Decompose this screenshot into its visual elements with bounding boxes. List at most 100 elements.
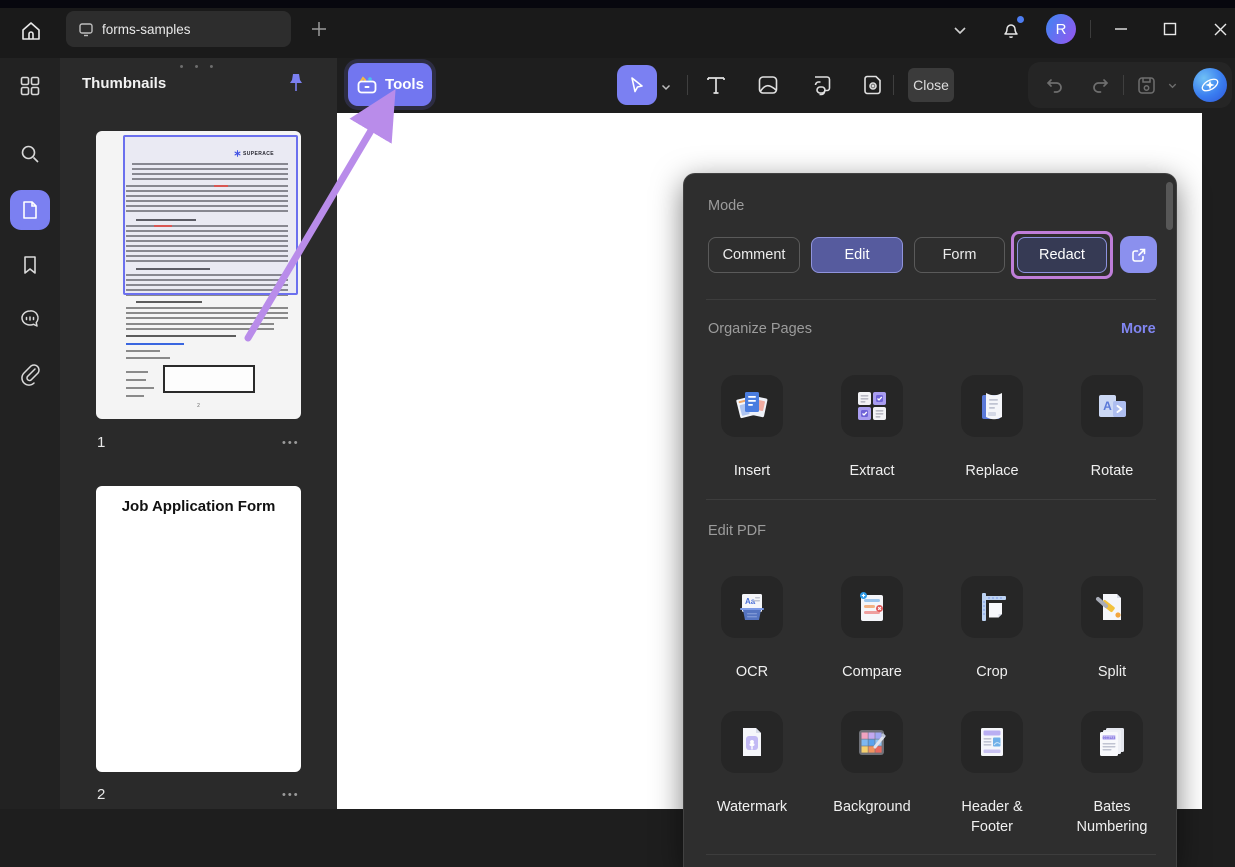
toolbox-icon (356, 75, 378, 95)
toolbar-separator (893, 75, 894, 95)
rail-bookmarks-button[interactable] (10, 245, 50, 285)
tool-label-watermark: Watermark (692, 798, 812, 818)
thumbnails-panel: • • • Thumbnails SUPERACE (60, 58, 337, 809)
notification-dot (1017, 16, 1024, 23)
thumbnails-panel-title: Thumbnails (82, 75, 166, 92)
thumb1-paragraph (126, 323, 274, 330)
rail-attachments-button[interactable] (10, 354, 50, 394)
thumb2-heading: Job Application Form (96, 498, 301, 515)
thumb1-line (126, 357, 170, 360)
undo-button[interactable] (1043, 73, 1067, 97)
tool-split[interactable] (1081, 576, 1143, 638)
tool-label-bates-numbering: Bates Numbering (1062, 798, 1162, 837)
document-tab-icon (78, 22, 94, 37)
chevron-down-icon (1167, 80, 1178, 91)
plus-icon (310, 20, 328, 38)
close-mode-button[interactable]: Close (908, 68, 954, 102)
tool-header-footer[interactable] (961, 711, 1023, 773)
organize-more-link[interactable]: More (1121, 321, 1156, 337)
tool-extract[interactable] (841, 375, 903, 437)
document-tab-title: forms-samples (102, 22, 191, 37)
tool-ocr[interactable]: Aa (721, 576, 783, 638)
tool-crop[interactable] (961, 576, 1023, 638)
page-thumbnail-2[interactable]: Job Application Form (96, 486, 301, 772)
add-text-tool[interactable] (699, 67, 733, 103)
organize-section-label: Organize Pages (708, 321, 812, 337)
page-icon (19, 199, 41, 221)
comment-bubble-icon (18, 307, 42, 331)
section-divider (706, 854, 1156, 855)
thumb1-line (126, 387, 154, 390)
page-2-menu-button[interactable]: ••• (282, 789, 300, 801)
maximize-button[interactable] (1157, 16, 1183, 42)
redo-button[interactable] (1088, 73, 1112, 97)
add-image-tool[interactable] (751, 67, 785, 103)
home-button[interactable] (16, 16, 46, 46)
rotate-icon: A (1093, 387, 1131, 425)
rail-search-button[interactable] (10, 134, 50, 174)
panel-scrollbar[interactable] (1166, 182, 1173, 230)
open-in-new-window-button[interactable] (1120, 236, 1157, 273)
external-link-icon (1130, 246, 1148, 264)
tool-bates-numbering[interactable]: 000123 (1081, 711, 1143, 773)
tool-label-crop: Crop (932, 663, 1052, 683)
ai-assistant-button[interactable] (1193, 68, 1227, 102)
mode-edit-button[interactable]: Edit (811, 237, 903, 273)
mode-form-button[interactable]: Form (914, 237, 1005, 273)
select-tool-chevron[interactable] (657, 69, 675, 105)
account-chevron-button[interactable] (948, 18, 972, 42)
tool-rotate[interactable]: A (1081, 375, 1143, 437)
cursor-icon (627, 75, 647, 95)
rail-comments-button[interactable] (10, 299, 50, 339)
save-options-chevron[interactable] (1164, 73, 1180, 97)
new-tab-button[interactable] (306, 16, 332, 42)
tool-watermark[interactable] (721, 711, 783, 773)
thumb1-line (126, 371, 148, 374)
chevron-down-icon (952, 22, 968, 38)
mode-redact-button[interactable]: Redact (1017, 237, 1107, 273)
pin-panel-button[interactable] (283, 70, 309, 96)
mode-comment-button[interactable]: Comment (708, 237, 800, 273)
history-save-group (1028, 62, 1232, 108)
minimize-button[interactable] (1108, 16, 1134, 42)
thumb1-selection-rectangle[interactable] (123, 135, 298, 295)
home-icon (19, 19, 43, 43)
thumb1-line (126, 350, 160, 353)
notifications-button[interactable] (997, 14, 1025, 44)
tool-label-rotate: Rotate (1052, 462, 1172, 482)
user-avatar[interactable]: R (1046, 14, 1076, 44)
thumb1-heading (136, 301, 202, 304)
add-link-tool[interactable] (804, 67, 838, 103)
window-close-button[interactable] (1207, 16, 1233, 42)
document-tab[interactable]: forms-samples (66, 11, 291, 47)
svg-text:A: A (1103, 399, 1112, 413)
select-tool-button[interactable] (617, 65, 657, 105)
tool-compare[interactable] (841, 576, 903, 638)
location-tool-icon (861, 73, 885, 97)
compare-icon (853, 588, 891, 626)
ai-assistant-icon (1199, 74, 1221, 96)
tool-label-header-footer: Header & Footer (947, 798, 1037, 837)
tools-button[interactable]: Tools (348, 63, 432, 106)
left-icon-rail (0, 58, 60, 809)
tool-background[interactable] (841, 711, 903, 773)
page-1-menu-button[interactable]: ••• (282, 437, 300, 449)
tool-replace[interactable] (961, 375, 1023, 437)
save-button[interactable] (1134, 73, 1158, 97)
bates-numbering-icon: 000123 (1093, 723, 1131, 761)
add-sticky-tool[interactable] (856, 67, 890, 103)
rail-thumbnails-button[interactable] (10, 190, 50, 230)
section-divider (706, 499, 1156, 500)
page-thumbnail-1[interactable]: SUPERACE 2 (96, 131, 301, 419)
toolbar-separator (687, 75, 688, 95)
thumb1-paragraph (126, 307, 288, 319)
rail-grid-button[interactable] (10, 66, 50, 106)
tool-label-ocr: OCR (692, 663, 812, 683)
maximize-icon (1162, 21, 1178, 37)
top-edge-strip (0, 0, 1235, 8)
paperclip-icon (18, 362, 42, 386)
tool-label-insert: Insert (692, 462, 812, 482)
section-divider (706, 299, 1156, 300)
tool-insert[interactable] (721, 375, 783, 437)
thumb1-line (126, 379, 146, 382)
